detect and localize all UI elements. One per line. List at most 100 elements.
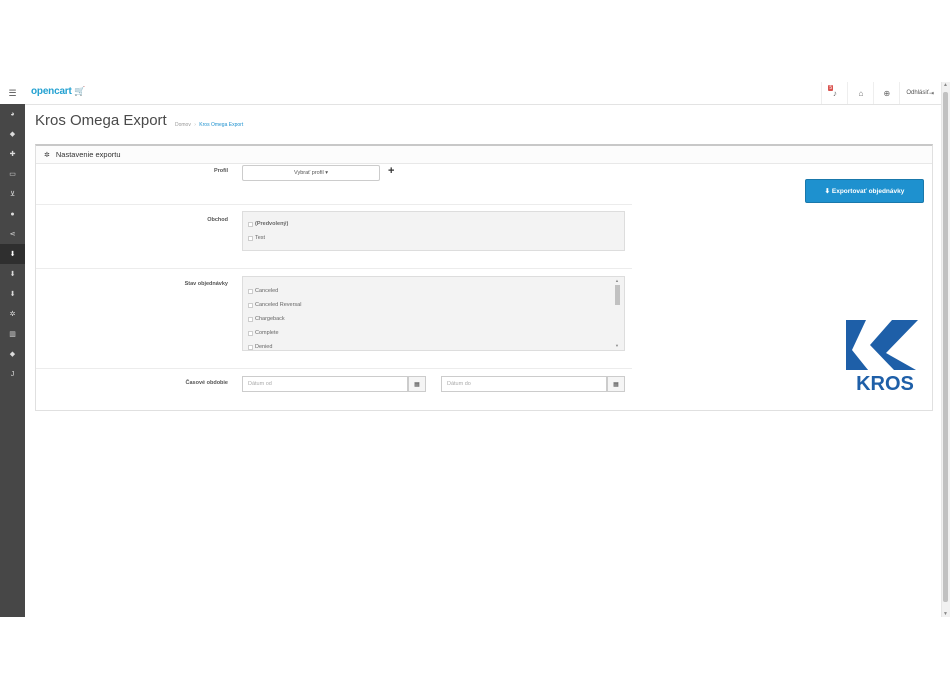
export-orders-button[interactable]: ⬇ Exportovať objednávky (805, 179, 924, 203)
support-button[interactable]: ⊕ (873, 82, 899, 104)
checkbox-input[interactable] (248, 330, 253, 336)
order-status-label: Stav objednávky (184, 281, 228, 287)
date-from-input[interactable]: Dátum od (242, 376, 408, 392)
checkbox-input[interactable] (248, 316, 253, 322)
tag-icon: ◆ (9, 131, 16, 138)
checkbox-input[interactable] (248, 302, 253, 308)
notifications-button[interactable]: 5 ♪ (821, 82, 847, 104)
opencart-logo[interactable]: opencart 🛒 (31, 86, 85, 97)
bell-icon: ♪ (832, 88, 837, 98)
breadcrumb-home[interactable]: Domov (175, 122, 191, 128)
sidebar-item[interactable]: ⬇ (0, 244, 25, 264)
checkbox-label: Test (255, 235, 266, 241)
sidebar-item[interactable]: ⬇ (0, 264, 25, 284)
checkbox-input[interactable] (248, 221, 253, 227)
calendar-to-button[interactable]: ▦ (607, 376, 625, 392)
logout-link[interactable]: Odhlásiť ⇥ (899, 82, 938, 104)
order-status-checkbox[interactable]: Complete (243, 326, 624, 340)
store-label: Obchod (207, 217, 228, 223)
kros-logo: KROS (846, 320, 918, 392)
sidebar-item[interactable]: ✚ (0, 144, 25, 164)
top-header: ☰ opencart 🛒 5 ♪ ⌂ ⊕ Odhlásiť ⇥ (0, 82, 942, 105)
puzzle-icon: ✚ (9, 151, 16, 158)
order-status-checkbox[interactable]: Canceled Reversal (243, 298, 624, 312)
sidebar-nav: ◕ ◆ ✚ ▭ ⊻ ● ⋖ ⬇ ⬇ ⬇ ✲ ▥ ◆ J (0, 104, 25, 617)
store-checkbox[interactable]: (Predvolený) (243, 217, 624, 231)
scroll-down-icon[interactable]: ▼ (615, 343, 619, 348)
calendar-from-button[interactable]: ▦ (408, 376, 426, 392)
scroll-up-icon[interactable]: ▲ (943, 82, 948, 88)
profile-label: Profil (213, 168, 228, 174)
scroll-thumb[interactable] (615, 285, 620, 305)
breadcrumb-current[interactable]: Kros Omega Export (199, 122, 243, 128)
scroll-up-icon[interactable]: ▲ (615, 278, 619, 283)
panel-heading: ✲ Nastavenie exportu (36, 146, 932, 164)
calendar-icon: ▦ (613, 381, 619, 388)
order-status-checkbox-list[interactable]: Canceled Canceled Reversal Chargeback Compl… (242, 276, 625, 351)
page-scrollbar[interactable]: ▲ ▼ (941, 82, 950, 617)
sign-out-icon: ⇥ (928, 90, 934, 97)
desktop-icon: ▭ (9, 171, 16, 178)
bars-icon[interactable]: ☰ (0, 82, 25, 104)
gear-icon: ✲ (44, 151, 50, 159)
add-profile-icon[interactable]: + (388, 165, 394, 177)
sidebar-item[interactable]: ▥ (0, 324, 25, 344)
sidebar-item[interactable]: ● (0, 204, 25, 224)
page-scroll-thumb[interactable] (943, 92, 948, 602)
notification-badge: 5 (828, 85, 834, 91)
shopping-cart-icon: ⊻ (9, 191, 16, 198)
order-status-row: Stav objednávky Canceled Canceled Reversa… (36, 268, 632, 369)
checkbox-label: Complete (255, 330, 279, 336)
support-icon: ⊕ (883, 88, 891, 98)
bar-chart-icon: ▥ (9, 331, 16, 338)
sidebar-item[interactable]: ▭ (0, 164, 25, 184)
export-settings-panel: ✲ Nastavenie exportu Profil Vybrať profi… (35, 144, 933, 411)
period-row: Časové obdobie Dátum od ▦ Dátum do ▦ (36, 368, 632, 408)
dashboard-icon: ◕ (10, 110, 15, 118)
checkbox-label: (Predvolený) (255, 221, 289, 227)
order-status-checkbox[interactable]: Denied (243, 340, 624, 350)
sidebar-item[interactable]: ◆ (0, 344, 25, 364)
period-label: Časové obdobie (185, 380, 228, 386)
j-icon: J (10, 370, 15, 378)
store-row: Obchod (Predvolený) Test (36, 204, 632, 269)
page-title: Kros Omega Export (35, 112, 167, 129)
tags-icon: ◆ (9, 351, 16, 358)
checkbox-input[interactable] (248, 235, 253, 241)
store-checkbox-list: (Predvolený) Test (242, 211, 625, 251)
home-button[interactable]: ⌂ (847, 82, 873, 104)
sidebar-item[interactable]: ◕ (0, 104, 25, 124)
share-icon: ⋖ (9, 231, 16, 238)
checkbox-input[interactable] (248, 288, 253, 294)
sidebar-item[interactable]: J (0, 364, 25, 384)
sidebar-item[interactable]: ⋖ (0, 224, 25, 244)
panel-heading-title: Nastavenie exportu (55, 150, 121, 159)
order-status-checkbox[interactable]: Canceled (243, 284, 624, 298)
checkbox-input[interactable] (248, 344, 253, 350)
sidebar-item[interactable]: ⬇ (0, 284, 25, 304)
status-list-scrollbar[interactable]: ▲ ▼ (614, 278, 620, 348)
breadcrumb: Domov › Kros Omega Export (175, 122, 243, 128)
download-icon: ⬇ (9, 271, 16, 278)
download-icon: ⬇ (9, 291, 16, 298)
checkbox-label: Canceled (255, 288, 279, 294)
home-icon: ⌂ (858, 88, 864, 98)
scroll-down-icon[interactable]: ▼ (943, 611, 948, 617)
sidebar-item[interactable]: ⊻ (0, 184, 25, 204)
checkbox-label: Canceled Reversal (255, 302, 302, 308)
download-icon: ⬇ (9, 251, 16, 258)
logout-label: Odhlásiť (906, 90, 929, 96)
order-status-checkbox[interactable]: Chargeback (243, 312, 624, 326)
profile-select[interactable]: Vybrať profil ▾ (242, 165, 380, 181)
checkbox-label: Chargeback (255, 316, 285, 322)
sidebar-item[interactable]: ✲ (0, 304, 25, 324)
user-icon: ● (10, 210, 15, 218)
store-checkbox[interactable]: Test (243, 231, 624, 245)
cart-logo-icon: 🛒 (74, 86, 86, 96)
kros-logo-text: KROS (856, 373, 914, 392)
profile-row: Profil Vybrať profil ▾ + (36, 164, 632, 205)
sidebar-item[interactable]: ◆ (0, 124, 25, 144)
date-to-input[interactable]: Dátum do (441, 376, 607, 392)
calendar-icon: ▦ (414, 381, 420, 388)
logo-text: opencart (31, 86, 72, 97)
